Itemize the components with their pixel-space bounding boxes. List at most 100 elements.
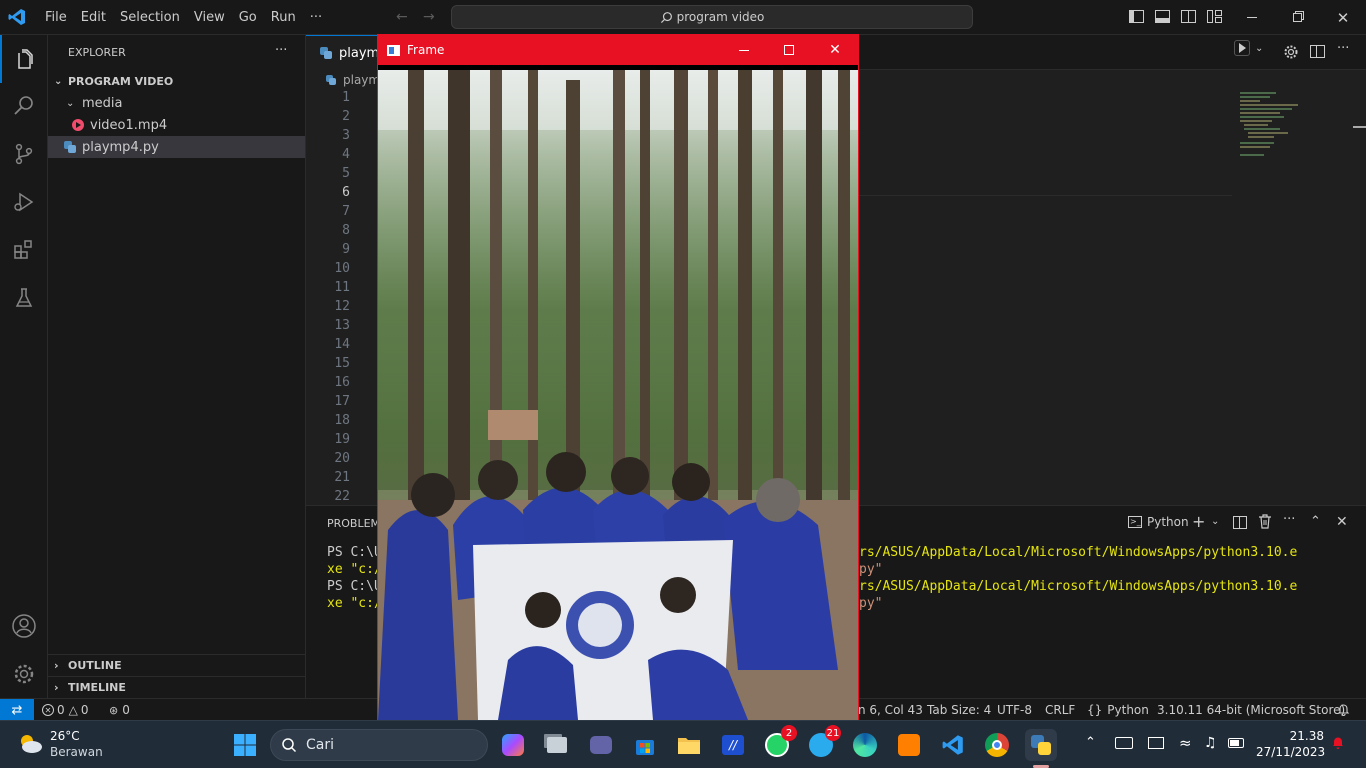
forward-arrow-icon[interactable]: → (423, 9, 435, 25)
display-icon[interactable] (1148, 737, 1164, 749)
clock-date[interactable]: 27/11/2023 (1256, 745, 1325, 759)
menu-view[interactable]: View (187, 0, 232, 35)
show-hidden-icons-chevron[interactable]: ⌃ (1085, 735, 1096, 750)
start-button[interactable] (229, 729, 261, 761)
vscode-taskbar-icon[interactable] (937, 729, 969, 761)
teams-chat-icon[interactable] (585, 729, 617, 761)
weather-cloud-icon[interactable] (16, 731, 44, 759)
source-control-icon[interactable] (0, 130, 48, 178)
customize-layout-icon[interactable] (1207, 10, 1222, 23)
edge-browser-icon[interactable] (849, 729, 881, 761)
cursor-position[interactable]: n 6, Col 43 (858, 699, 923, 721)
trash-icon[interactable] (1258, 514, 1272, 533)
tree-item-video1[interactable]: video1.mp4 (48, 114, 305, 136)
copilot-icon[interactable] (497, 729, 529, 761)
clock-time[interactable]: 21.38 (1282, 729, 1324, 743)
accounts-icon[interactable] (0, 602, 48, 650)
video-frame-image (378, 70, 858, 720)
taskbar-search-box[interactable]: Cari (270, 729, 488, 761)
notification-bell-icon[interactable] (1331, 735, 1345, 755)
menu-run[interactable]: Run (264, 0, 303, 35)
close-button[interactable]: ✕ (1320, 0, 1366, 35)
back-arrow-icon[interactable]: ← (396, 9, 408, 25)
taskbar-search-placeholder: Cari (306, 737, 334, 753)
chevron-down-icon[interactable]: ⌄ (1211, 516, 1219, 527)
encoding-indicator[interactable]: UTF-8 (997, 699, 1032, 721)
debug-settings-icon[interactable] (1283, 44, 1299, 64)
toggle-panel-icon[interactable] (1155, 10, 1170, 23)
maximize-panel-icon[interactable]: ⌃ (1310, 514, 1321, 529)
toggle-primary-sidebar-icon[interactable] (1129, 10, 1144, 23)
menu-file[interactable]: File (38, 0, 74, 35)
wifi-icon[interactable]: ≈ (1179, 734, 1192, 752)
run-debug-icon[interactable] (0, 178, 48, 226)
ports-indicator[interactable]: ⊛ 0 (109, 699, 130, 721)
run-python-button[interactable]: ⌄ (1234, 40, 1263, 56)
python-app-icon[interactable] (1025, 729, 1057, 761)
video-file-icon (72, 119, 84, 131)
minimize-button[interactable] (1229, 0, 1275, 35)
editor-more-actions-button[interactable]: ··· (1337, 41, 1349, 56)
line-number: 7 (342, 204, 350, 219)
chrome-icon[interactable] (981, 729, 1013, 761)
battery-icon[interactable] (1228, 738, 1244, 748)
new-terminal-plus-icon[interactable]: + (1192, 512, 1205, 531)
video-frame-window[interactable]: Frame ✕ (377, 34, 859, 720)
restore-button[interactable] (1274, 0, 1320, 35)
whatsapp-icon[interactable]: 2 (761, 725, 797, 761)
python-interpreter[interactable]: 3.10.11 64-bit (Microsoft Store) (1157, 699, 1345, 721)
notifications-bell-icon[interactable] (1337, 699, 1350, 721)
search-icon[interactable] (0, 82, 48, 130)
keyboard-icon[interactable] (1115, 737, 1133, 749)
line-number: 2 (342, 109, 350, 124)
terminal-line-2-tail: py" (859, 562, 883, 577)
menu-more[interactable]: ··· (303, 0, 329, 35)
telegram-icon[interactable]: 21 (805, 725, 841, 761)
menu-edit[interactable]: Edit (74, 0, 113, 35)
task-view-icon[interactable] (541, 729, 573, 761)
line-number: 3 (342, 128, 350, 143)
tab-size-indicator[interactable]: Tab Size: 4 (927, 699, 991, 721)
menu-go[interactable]: Go (232, 0, 264, 35)
minimap[interactable] (1238, 90, 1308, 190)
testing-flask-icon[interactable] (0, 274, 48, 322)
terminal-line-3: PS C:\U (327, 579, 382, 594)
whatsapp-badge: 2 (781, 725, 797, 741)
language-mode[interactable]: {} Python (1087, 699, 1149, 721)
terminal-shell-selector[interactable]: >_ Python (1128, 515, 1189, 529)
split-terminal-icon[interactable] (1233, 516, 1247, 529)
weather-condition[interactable]: Berawan (50, 745, 103, 759)
frame-minimize-button[interactable] (722, 35, 766, 65)
volume-icon[interactable]: ♫ (1204, 735, 1217, 751)
extensions-icon[interactable] (0, 226, 48, 274)
frame-title-bar[interactable]: Frame ✕ (378, 35, 858, 65)
app-blue-icon[interactable]: // (717, 729, 749, 761)
tree-item-media[interactable]: ⌄ media (48, 92, 305, 114)
telegram-badge: 21 (825, 725, 841, 741)
problems-indicator[interactable]: ✕ 0 △ 0 (42, 699, 89, 721)
menu-selection[interactable]: Selection (113, 0, 187, 35)
explorer-more-button[interactable]: ··· (275, 43, 287, 58)
line-number: 15 (334, 356, 350, 371)
timeline-section[interactable]: › TIMELINE (48, 676, 305, 698)
toggle-secondary-sidebar-icon[interactable] (1181, 10, 1196, 23)
warning-icon: △ (68, 703, 78, 717)
file-explorer-icon[interactable] (673, 729, 705, 761)
outline-section[interactable]: › OUTLINE (48, 654, 305, 676)
panel-more-actions-button[interactable]: ··· (1283, 512, 1295, 527)
microsoft-store-icon[interactable] (629, 729, 661, 761)
frame-maximize-button[interactable] (767, 35, 811, 65)
folder-program-video[interactable]: ⌄ PROGRAM VIDEO (48, 70, 305, 92)
manage-gear-icon[interactable] (0, 650, 48, 698)
explorer-icon[interactable] (0, 35, 48, 83)
frame-close-button[interactable]: ✕ (812, 35, 858, 65)
tree-item-playmp4[interactable]: playmp4.py (48, 136, 305, 158)
blogger-icon[interactable] (893, 729, 925, 761)
close-panel-icon[interactable]: ✕ (1336, 514, 1348, 530)
command-center-search[interactable]: program video (451, 5, 973, 29)
split-editor-icon[interactable] (1310, 45, 1325, 58)
remote-indicator-button[interactable]: ⇄ (0, 699, 34, 721)
weather-temperature[interactable]: 26°C (50, 729, 80, 743)
eol-indicator[interactable]: CRLF (1045, 699, 1075, 721)
breadcrumb[interactable]: playm (326, 73, 380, 87)
